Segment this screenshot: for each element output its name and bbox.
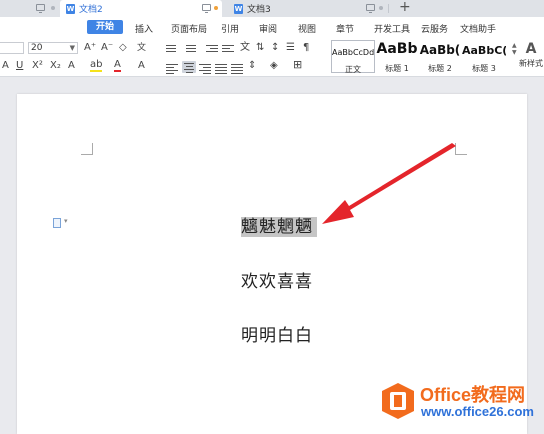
arrow-shape <box>322 143 456 224</box>
pointer-arrow <box>322 143 456 224</box>
watermark: Office教程网 www.office26.com <box>381 380 541 424</box>
watermark-url: www.office26.com <box>421 404 534 419</box>
office-logo-icon <box>382 383 414 419</box>
